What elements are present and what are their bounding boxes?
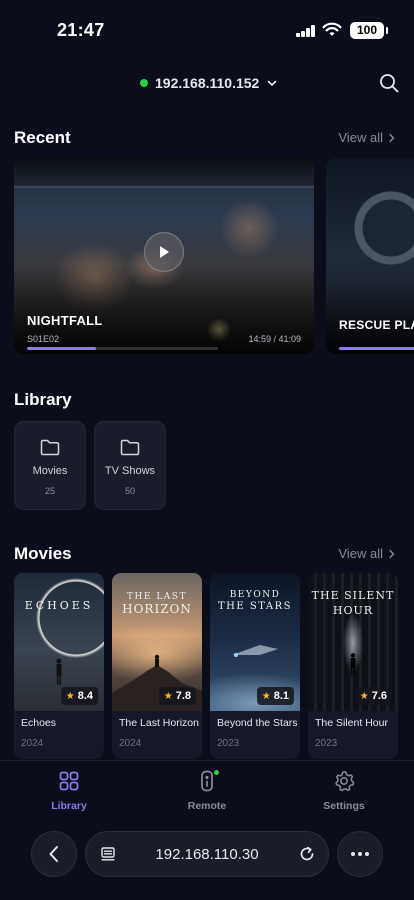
movies-section-title: Movies (14, 544, 72, 563)
playback-progress-bar (27, 347, 218, 350)
library-section-title: Library (14, 390, 72, 409)
poster-title: HOUR (332, 604, 374, 617)
poster-spaceship (232, 645, 278, 657)
chevron-left-icon (49, 846, 58, 862)
nav-label: Settings (323, 800, 365, 812)
star-icon: ★ (261, 690, 271, 702)
play-icon (160, 246, 169, 258)
playback-progress-fill (27, 347, 96, 350)
movie-year: 2024 (119, 738, 142, 749)
nav-label: Remote (187, 800, 227, 812)
movie-card-beyond-the-stars[interactable]: BEYOND THE STARS ★ 8.1 Beyond the Stars 2… (210, 573, 300, 759)
rating-badge: ★ 7.6 (354, 687, 392, 705)
chevron-down-icon (268, 80, 277, 87)
status-bar: 21:47 100 (0, 0, 414, 60)
movie-title: The Last Horizon (119, 717, 199, 729)
online-status-dot (140, 79, 148, 87)
poster-title: HORIZON (122, 602, 192, 616)
rating-badge: ★ 7.8 (158, 687, 196, 705)
poster-title: THE SILENT (311, 589, 395, 602)
poster-title: ECHOES (24, 599, 94, 612)
movie-card-the-last-horizon[interactable]: THE LAST HORIZON ★ 7.8 The Last Horizon 2… (112, 573, 202, 759)
address-bar-url: 192.168.110.30 (155, 846, 259, 863)
bottom-nav: Library Remote Settings (0, 760, 414, 822)
poster-figure (350, 653, 356, 675)
remote-status-dot (214, 770, 219, 775)
recent-card-nightfall[interactable]: NIGHTFALL S01E02 14:59 / 41:09 (14, 158, 314, 354)
star-icon: ★ (359, 690, 369, 702)
poster-title: THE STARS (218, 601, 292, 612)
view-all-label: View all (338, 546, 383, 561)
browser-toolbar: 192.168.110.30 (0, 822, 414, 900)
movie-title: The Silent Hour (315, 717, 388, 729)
recent-card-title: NIGHTFALL (27, 313, 103, 328)
rating-badge: ★ 8.4 (60, 687, 98, 705)
nav-item-library[interactable]: Library (19, 770, 119, 818)
view-all-label: View all (338, 130, 383, 145)
more-dots-icon (351, 852, 369, 856)
wifi-icon (322, 22, 342, 36)
folder-count: 25 (44, 486, 55, 496)
nav-item-remote[interactable]: Remote (157, 770, 257, 818)
recent-section-title: Recent (14, 128, 71, 147)
chevron-right-icon (389, 549, 395, 558)
gear-icon (335, 771, 355, 792)
movie-title: Beyond the Stars (217, 717, 298, 729)
address-bar[interactable]: 192.168.110.30 (85, 831, 329, 877)
star-icon: ★ (163, 690, 173, 702)
reload-icon[interactable] (298, 845, 316, 863)
movie-year: 2024 (21, 738, 44, 749)
star-icon: ★ (65, 690, 75, 702)
folder-count: 50 (124, 486, 135, 496)
folder-tv-shows[interactable]: TV Shows 50 (94, 421, 166, 510)
nav-item-settings[interactable]: Settings (294, 770, 394, 818)
playback-time: 14:59 / 41:09 (248, 334, 301, 344)
server-ip: 192.168.110.152 (155, 75, 260, 91)
app-header: 192.168.110.152 (0, 60, 414, 106)
recent-view-all-link[interactable]: View all (338, 130, 396, 145)
browser-back-button[interactable] (31, 831, 77, 877)
episode-code: S01E02 (27, 334, 60, 344)
movies-view-all-link[interactable]: View all (338, 546, 396, 561)
grid-icon (59, 771, 79, 791)
movie-title: Echoes (21, 717, 57, 729)
movie-year: 2023 (315, 738, 338, 749)
poster-artwork (14, 158, 314, 188)
play-button[interactable] (144, 232, 184, 272)
rating-badge: ★ 8.1 (256, 687, 294, 705)
search-icon[interactable] (378, 72, 400, 94)
cellular-signal-icon (296, 25, 316, 37)
folder-movies[interactable]: Movies 25 (14, 421, 86, 510)
recent-carousel[interactable]: NIGHTFALL S01E02 14:59 / 41:09 RESCUE PL… (14, 158, 414, 356)
folder-icon (120, 439, 140, 456)
playback-progress-fill (339, 347, 414, 350)
movie-year: 2023 (217, 738, 240, 749)
chevron-right-icon (389, 133, 395, 142)
poster-title: THE LAST (127, 592, 187, 602)
browser-more-button[interactable] (337, 831, 383, 877)
status-time: 21:47 (57, 20, 105, 40)
recent-card-title: RESCUE PLAN (339, 318, 414, 332)
movie-card-the-silent-hour[interactable]: THE SILENT HOUR ★ 7.6 The Silent Hour 202… (308, 573, 398, 759)
movie-card-echoes[interactable]: ECHOES ★ 8.4 Echoes 2024 (14, 573, 104, 759)
server-selector[interactable]: 192.168.110.152 (140, 72, 278, 94)
poster-figure (56, 658, 62, 685)
battery-icon: 100 (350, 22, 388, 39)
folder-label: TV Shows (104, 465, 156, 477)
folder-icon (40, 439, 60, 456)
nav-label: Library (51, 800, 87, 812)
poster-title: BEYOND (229, 590, 281, 600)
folder-label: Movies (32, 465, 68, 477)
recent-card-rescue-plan[interactable]: RESCUE PLAN (326, 158, 414, 354)
